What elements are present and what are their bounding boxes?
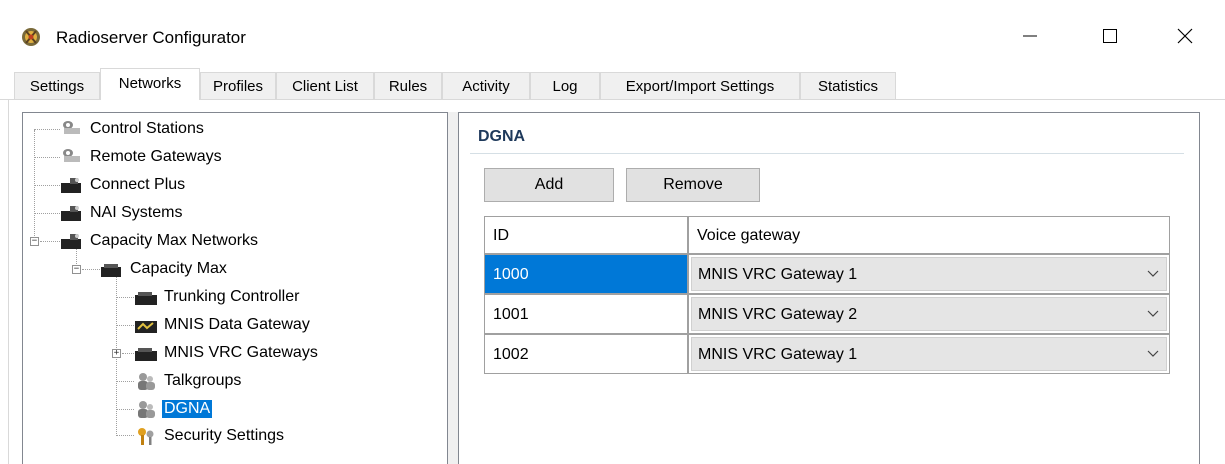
network-icon bbox=[60, 231, 84, 251]
device-icon bbox=[134, 343, 158, 363]
tree-item-label: Control Stations bbox=[90, 120, 204, 137]
tree-line bbox=[34, 157, 60, 158]
gateway-icon bbox=[60, 147, 84, 167]
tree-item-talkgroups[interactable]: Talkgroups bbox=[134, 370, 243, 392]
tree-line bbox=[34, 185, 60, 186]
tree-item-label: Capacity Max bbox=[130, 260, 227, 277]
tree-item-label: NAI Systems bbox=[90, 204, 183, 221]
app-window: Radioserver Configurator Settings Networ… bbox=[0, 0, 1225, 464]
tree-item-capacity-max[interactable]: Capacity Max bbox=[100, 258, 229, 280]
tree-line bbox=[116, 297, 134, 298]
app-icon bbox=[20, 26, 42, 48]
voice-gateway-select[interactable]: MNIS VRC Gateway 1 bbox=[691, 337, 1167, 371]
chevron-down-icon[interactable] bbox=[1139, 297, 1167, 331]
id-cell[interactable]: 1002 bbox=[484, 334, 688, 374]
section-title: DGNA bbox=[478, 128, 526, 145]
device-icon bbox=[134, 287, 158, 307]
tree-item-label: Capacity Max Networks bbox=[90, 232, 259, 249]
tab-export-import-settings[interactable]: Export/Import Settings bbox=[600, 72, 800, 99]
tree-item-label: DGNA bbox=[162, 400, 213, 418]
window-title: Radioserver Configurator bbox=[56, 28, 246, 47]
tree-line bbox=[116, 409, 134, 410]
tree-item-connect-plus[interactable]: Connect Plus bbox=[60, 174, 187, 196]
network-icon bbox=[60, 175, 84, 195]
add-button[interactable]: Add bbox=[484, 168, 614, 202]
tree-item-security-settings[interactable]: Security Settings bbox=[134, 425, 286, 447]
tab-log[interactable]: Log bbox=[530, 72, 600, 99]
tree-item-mnis-vrc-gateways[interactable]: MNIS VRC Gateways bbox=[134, 342, 320, 364]
maximize-icon bbox=[1102, 28, 1118, 49]
close-icon bbox=[1177, 28, 1193, 49]
keys-icon bbox=[134, 426, 158, 446]
voice-gateway-select[interactable]: MNIS VRC Gateway 1 bbox=[691, 257, 1167, 291]
tree-item-label: MNIS Data Gateway bbox=[164, 316, 310, 333]
tree-item-label: Remote Gateways bbox=[90, 148, 222, 165]
column-header-id[interactable]: ID bbox=[484, 216, 688, 254]
users-icon bbox=[134, 371, 158, 391]
tree-line bbox=[40, 241, 60, 242]
gateway-icon bbox=[60, 119, 84, 139]
tree-item-label: MNIS VRC Gateways bbox=[164, 344, 318, 361]
tree-line bbox=[116, 435, 134, 436]
network-icon bbox=[60, 203, 84, 223]
tree-item-label: Connect Plus bbox=[90, 176, 186, 193]
tree-item-nai-systems[interactable]: NAI Systems bbox=[60, 202, 184, 224]
tree-item-control-stations[interactable]: Control Stations bbox=[60, 118, 206, 140]
tree-item-remote-gateways[interactable]: Remote Gateways bbox=[60, 146, 224, 168]
chevron-down-icon[interactable] bbox=[1139, 337, 1167, 371]
network-icon bbox=[100, 259, 124, 279]
tab-client-list[interactable]: Client List bbox=[276, 72, 374, 99]
table-row[interactable]: 1000 MNIS VRC Gateway 1 bbox=[484, 254, 1170, 294]
collapse-toggle[interactable]: − bbox=[30, 237, 39, 246]
tree-line bbox=[34, 213, 60, 214]
data-gateway-icon bbox=[134, 315, 158, 335]
voice-gateway-cell[interactable]: MNIS VRC Gateway 1 bbox=[688, 334, 1170, 374]
splitter[interactable] bbox=[448, 112, 458, 464]
tree-item-label: Trunking Controller bbox=[164, 288, 300, 305]
tab-settings[interactable]: Settings bbox=[14, 72, 100, 99]
minimize-icon bbox=[1022, 28, 1038, 49]
tree-item-mnis-data-gateway[interactable]: MNIS Data Gateway bbox=[134, 314, 312, 336]
voice-gateway-cell[interactable]: MNIS VRC Gateway 2 bbox=[688, 294, 1170, 334]
tab-statistics[interactable]: Statistics bbox=[800, 72, 896, 99]
minimize-button[interactable] bbox=[1000, 10, 1060, 66]
voice-gateway-select[interactable]: MNIS VRC Gateway 2 bbox=[691, 297, 1167, 331]
section-divider bbox=[470, 153, 1184, 154]
dgna-grid: ID Voice gateway 1000 MNIS VRC Gateway 1… bbox=[484, 216, 1170, 376]
tree-item-trunking-controller[interactable]: Trunking Controller bbox=[134, 286, 301, 308]
tree-item-label: Talkgroups bbox=[164, 372, 242, 389]
collapse-toggle[interactable]: − bbox=[72, 265, 81, 274]
tree-line bbox=[122, 353, 134, 354]
users-icon bbox=[134, 399, 158, 419]
id-cell[interactable]: 1001 bbox=[484, 294, 688, 334]
tab-rules[interactable]: Rules bbox=[374, 72, 442, 99]
remove-button[interactable]: Remove bbox=[626, 168, 760, 202]
chevron-down-icon[interactable] bbox=[1139, 257, 1167, 291]
tree-line bbox=[116, 325, 134, 326]
voice-gateway-cell[interactable]: MNIS VRC Gateway 1 bbox=[688, 254, 1170, 294]
tree-line bbox=[116, 381, 134, 382]
column-header-voice-gateway[interactable]: Voice gateway bbox=[688, 216, 1170, 254]
tree-item-label: Security Settings bbox=[164, 427, 285, 444]
tree-line bbox=[34, 129, 60, 130]
tab-profiles[interactable]: Profiles bbox=[200, 72, 276, 99]
tree-item-capacity-max-networks[interactable]: Capacity Max Networks bbox=[60, 230, 260, 252]
id-cell[interactable]: 1000 bbox=[484, 254, 688, 294]
grid-header: ID Voice gateway bbox=[484, 216, 1170, 254]
expand-toggle[interactable]: + bbox=[112, 349, 121, 358]
tree-line bbox=[82, 269, 100, 270]
title-bar[interactable]: Radioserver Configurator bbox=[0, 0, 1225, 66]
tab-activity[interactable]: Activity bbox=[442, 72, 530, 99]
tab-networks[interactable]: Networks bbox=[100, 68, 200, 100]
tree-item-dgna[interactable]: DGNA bbox=[134, 398, 213, 420]
table-row[interactable]: 1001 MNIS VRC Gateway 2 bbox=[484, 294, 1170, 334]
maximize-button[interactable] bbox=[1080, 10, 1140, 66]
table-row[interactable]: 1002 MNIS VRC Gateway 1 bbox=[484, 334, 1170, 374]
close-button[interactable] bbox=[1155, 10, 1215, 66]
